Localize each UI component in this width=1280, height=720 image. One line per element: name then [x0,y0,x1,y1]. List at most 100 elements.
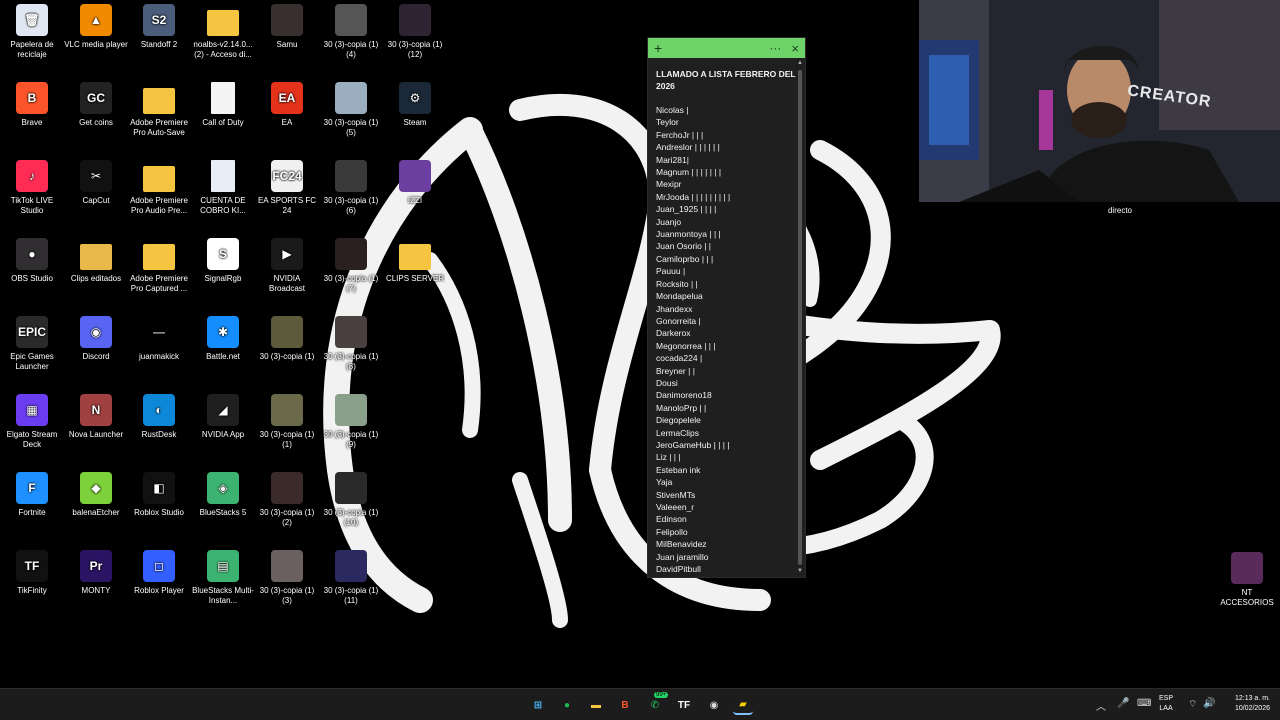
taskbar: ⊞ ● ▬ B ✆ TF ◉ ▰ 99+ ︿ 🎤 ⌨ ESP LAA ⌔ 🔊 12:13 a.… [0,688,1280,720]
desktop-icon[interactable]: 30 (3)-copia (1) [255,316,319,362]
scroll-down-icon[interactable]: ▼ [797,568,803,574]
nvidia-broadcast-icon: ▶ [271,238,303,270]
desktop-icon-label: 30 (3)-copia (1)(7) [323,274,379,293]
wifi-icon[interactable]: ⌔ [1188,698,1197,711]
desktop-icon-label: OBS Studio [11,274,53,283]
desktop-icon[interactable]: S2 Standoff 2 [127,4,191,50]
taskbar-brave-icon[interactable]: B [615,695,635,715]
desktop-icon[interactable]: S SignalRgb [191,238,255,284]
more-menu-button[interactable]: ··· [769,41,781,55]
rustdesk-icon: ◐ [143,394,175,426]
taskbar-whatsapp-icon[interactable]: ✆ [645,695,665,715]
desktop-icon[interactable]: 30 (3)-copia (1)(10) [319,472,383,528]
desktop-icon[interactable]: 30 (3)-copia (1)(4) [319,4,383,60]
taskbar-spotify-icon[interactable]: ● [557,695,577,715]
desktop-icon[interactable]: ◉ Discord [64,316,128,362]
desktop-icon[interactable]: 30 (3)-copia (1)(11) [319,550,383,606]
add-note-button[interactable]: + [654,40,662,56]
microphone-icon[interactable]: 🎤 [1117,698,1129,709]
note-list-item: Diegopelele [656,415,701,426]
desktop-icon[interactable]: B Brave [0,82,64,128]
chevron-up-icon[interactable]: ︿ [1096,698,1106,713]
desktop-icon[interactable]: GC Get coins [64,82,128,128]
desktop-icon[interactable]: ✂ CapCut [64,160,128,206]
language-layout: LAA [1159,705,1173,712]
desktop-icon[interactable]: ◻ Roblox Player [127,550,191,596]
desktop-icon[interactable]: ▤ BlueStacks Multi-Instan... [191,550,255,606]
desktop-icon[interactable]: ◆ balenaEtcher [64,472,128,518]
sticky-note-scrollbar[interactable]: ▲ ▼ [797,60,803,574]
note-list-item: Breyner | | [656,365,695,376]
close-button[interactable]: × [791,41,799,56]
sticky-note-window[interactable]: + ··· × LLAMADO A LISTA FEBRERO DEL 2026… [647,37,806,578]
keyboard-icon[interactable]: ⌨ [1137,698,1151,709]
desktop-icon[interactable]: 30 (3)-copia (1)(3) [255,550,319,606]
desktop-icon[interactable]: 30 (3)-copia (1)(9) [319,394,383,450]
sticky-note-titlebar[interactable]: + ··· × [648,38,805,58]
desktop-icon[interactable]: ● OBS Studio [0,238,64,284]
desktop-icon[interactable]: ♪ TikTok LIVE Studio [0,160,64,216]
desktop-icon[interactable]: F Fortnite [0,472,64,518]
scrollbar-thumb[interactable] [798,70,802,565]
sticky-note-content[interactable]: LLAMADO A LISTA FEBRERO DEL 2026 Nicolas… [648,58,805,577]
desktop-icon[interactable]: ◧ Roblox Studio [127,472,191,518]
desktop-icon[interactable]: IZZI [383,160,447,206]
desktop-icon[interactable]: ⚙ Steam [383,82,447,128]
desktop-icon[interactable]: Adobe Premiere Pro Auto-Save [127,82,191,138]
desktop-icon[interactable]: EA EA [255,82,319,128]
desktop-icon[interactable]: Adobe Premiere Pro Captured ... [127,238,191,294]
desktop-icon[interactable]: — juanmakick [127,316,191,362]
desktop-icon[interactable]: 30 (3)-copia (1)(6) [319,160,383,216]
note-list-item: Mari281| [656,154,689,165]
desktop-icon-label: Papelera de reciclaje [10,40,54,59]
desktop-icon[interactable]: 🗑 Papelera de reciclaje [0,4,64,60]
desktop-icon[interactable]: FC24 EA SPORTS FC 24 [255,160,319,216]
desktop-icon[interactable]: ◈ BlueStacks 5 [191,472,255,518]
taskbar-file-explorer-icon[interactable]: ▬ [586,695,606,715]
input-language[interactable]: ESP LAA [1159,694,1173,714]
desktop-icon[interactable]: 30 (3)-copia (1)(5) [319,82,383,138]
desktop-icon[interactable]: Call of Duty [191,82,255,128]
scroll-up-icon[interactable]: ▲ [797,60,803,66]
desktop-icon[interactable]: Pr MONTY [64,550,128,596]
volume-icon[interactable]: 🔊 [1203,698,1215,709]
image-file-icon [335,394,367,426]
system-clock[interactable]: 12:13 a. m. 10/02/2026 [1222,694,1270,714]
desktop-icon[interactable]: CLIPS SERVER [383,238,447,284]
desktop-icon[interactable]: 30 (3)-copia (1)(2) [255,472,319,528]
webcam-feed: CREATOR [919,0,1280,202]
note-list-item: Juanmontoya | | | [656,229,721,240]
taskbar-windows-start-icon[interactable]: ⊞ [528,695,548,715]
desktop-icon[interactable]: ◢ NVIDIA App [191,394,255,440]
desktop-icon-label: TikTok LIVE Studio [10,196,54,215]
desktop-icon[interactable]: 30 (3)-copia (1)(12) [383,4,447,60]
desktop-icon[interactable]: ▦ Elgato Stream Deck [0,394,64,450]
desktop-icon[interactable]: 30 (3)-copia (1)(8) [319,316,383,372]
desktop-icon-label: juanmakick [138,352,179,361]
desktop-icon[interactable]: N Nova Launcher [64,394,128,440]
desktop-icon[interactable]: Clips editados [64,238,128,284]
desktop-icon[interactable]: ▲ VLC media player [64,4,128,50]
desktop-icon[interactable]: TF TikFinity [0,550,64,596]
taskbar-sticky-notes-icon[interactable]: ▰ [733,695,753,715]
desktop-icon-nt-accesorios[interactable]: NT ACCESORIOS [1215,552,1279,608]
note-list-item: LermaClips [656,427,699,438]
desktop-icon[interactable]: noalbs-v2.14.0... (2) - Acceso di... [191,4,255,60]
note-list-item: Camiloprbo | | | [656,253,714,264]
desktop-icon[interactable]: ◐ RustDesk [127,394,191,440]
taskbar-tikfinity-icon[interactable]: TF [674,695,694,715]
desktop-icon[interactable]: Adobe Premiere Pro Audio Pre... [127,160,191,216]
image-file-icon [335,550,367,582]
desktop-icon[interactable]: CUENTA DE COBRO KI... [191,160,255,216]
desktop-icon[interactable]: EPIC Epic Games Launcher [0,316,64,372]
note-list-item: StivenMTs [656,489,696,500]
desktop-icon[interactable]: 30 (3)-copia (1)(1) [255,394,319,450]
desktop-icon[interactable]: 30 (3)-copia (1)(7) [319,238,383,294]
desktop-icon-label: NVIDIA App [201,430,245,439]
desktop-icon[interactable]: ▶ NVIDIA Broadcast [255,238,319,294]
note-list-item: Jhandexx [656,303,693,314]
taskbar-obs-icon[interactable]: ◉ [704,695,724,715]
desktop-icon[interactable]: Samu [255,4,319,50]
streamdeck-icon: ▦ [16,394,48,426]
desktop-icon[interactable]: ✱ Battle.net [191,316,255,362]
